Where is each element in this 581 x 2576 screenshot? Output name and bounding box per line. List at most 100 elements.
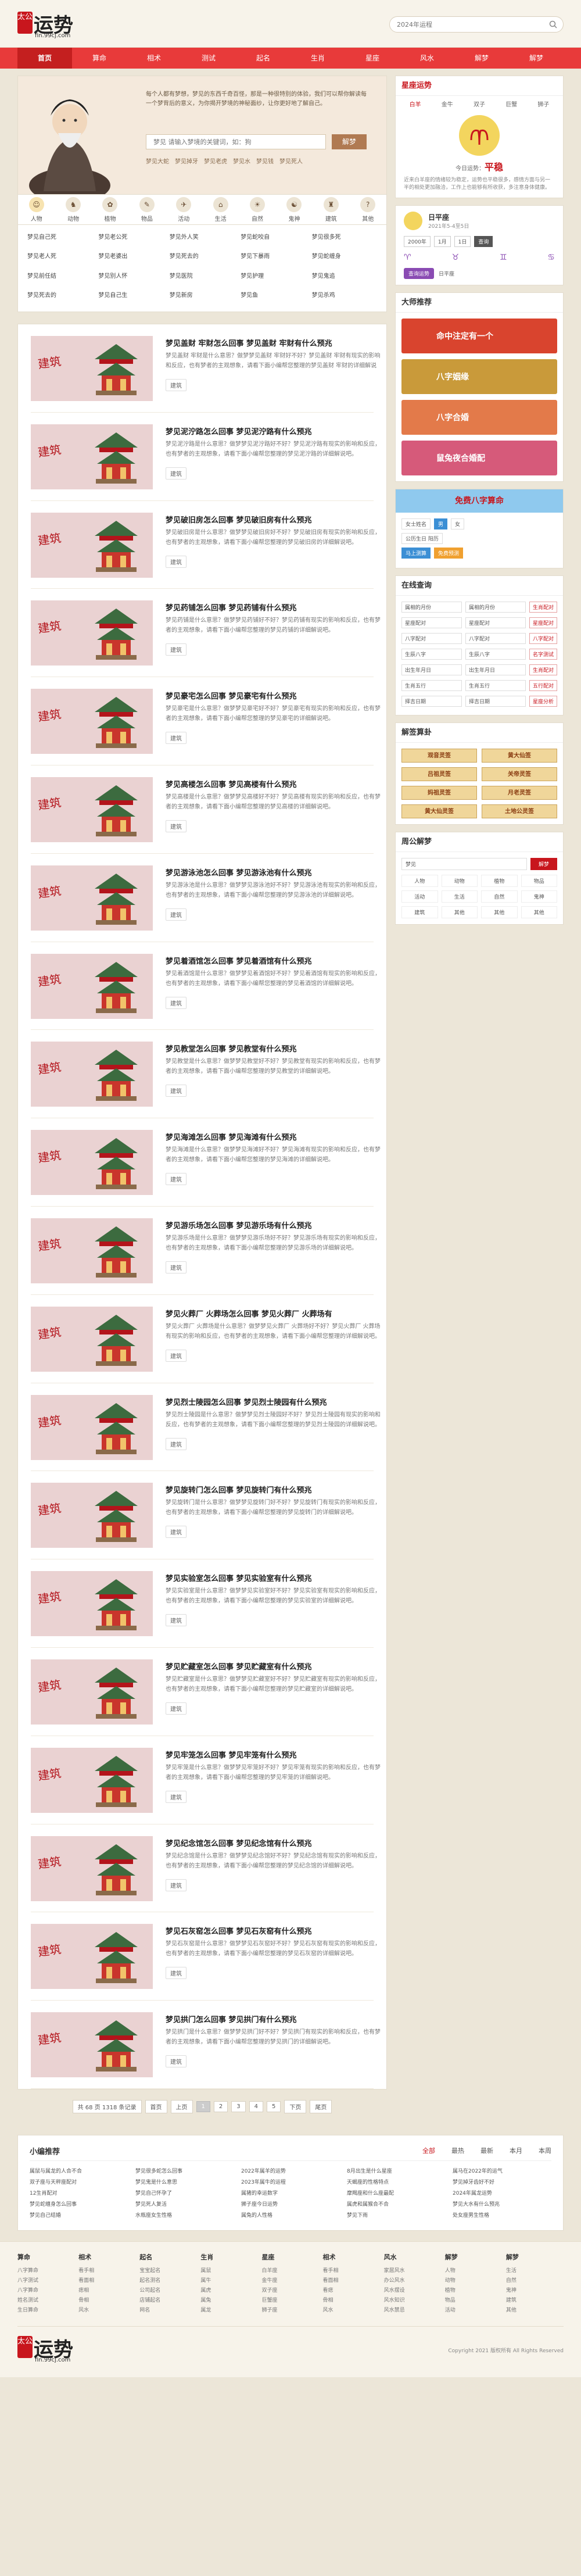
dream-tag[interactable]: 梦见老人死	[27, 251, 92, 266]
article-item[interactable]: 建筑 梦见教堂怎么回事 梦见教堂有什么预兆 梦见教堂是什么意思？做梦梦见教堂好不好？…	[31, 1030, 381, 1119]
cancer-sign-icon[interactable]: ♋	[547, 253, 555, 262]
footer-col-title[interactable]: 解梦	[506, 2252, 564, 2262]
nav-item[interactable]: 解梦	[454, 48, 509, 69]
qian-button[interactable]: 土地公灵签	[482, 804, 557, 818]
rec-item[interactable]: 12生肖配对	[30, 2189, 128, 2196]
online-select[interactable]: 属相的月份	[465, 602, 526, 613]
dream-tag[interactable]: 梦见蛇缠身	[312, 251, 377, 266]
rec-item[interactable]: 狮子座今日运势	[241, 2200, 340, 2208]
article-thumbnail[interactable]: 建筑	[31, 1659, 153, 1725]
header-search-input[interactable]	[390, 17, 535, 32]
zodiac-tab[interactable]: 巨蟹	[505, 99, 517, 108]
bazi-birthday-select[interactable]: 公历生日 阳历	[401, 533, 443, 544]
nav-item[interactable]: 起名	[236, 48, 290, 69]
footer-link[interactable]: 风水	[323, 2306, 381, 2316]
dream-category[interactable]: 生活	[441, 890, 478, 903]
dream-category[interactable]: 其他	[481, 906, 518, 918]
article-item[interactable]: 建筑 梦见海滩怎么回事 梦见海滩有什么预兆 梦见海滩是什么意思？做梦梦见海滩好不好？…	[31, 1118, 381, 1207]
online-select[interactable]: 出生年月日	[401, 664, 462, 675]
footer-link[interactable]: 白羊座	[261, 2266, 319, 2276]
hot-keyword[interactable]: 梦见死人	[279, 159, 303, 165]
zodiac-tab[interactable]: 金牛	[442, 99, 453, 108]
taurus-sign-icon[interactable]: ♉	[451, 253, 459, 262]
dream-tag[interactable]: 梦见鬼追	[312, 271, 377, 285]
article-title[interactable]: 梦见海滩怎么回事 梦见海滩有什么预兆	[166, 1131, 297, 1142]
rec-item[interactable]: 梦见自己结婚	[30, 2211, 128, 2219]
rec-item[interactable]: 双子座与天秤座配对	[30, 2178, 128, 2185]
dream-category[interactable]: 动物	[441, 875, 478, 887]
nav-item[interactable]: 首页	[17, 48, 72, 69]
article-thumbnail[interactable]: 建筑	[31, 865, 153, 931]
dream-category[interactable]: 鬼神	[521, 890, 557, 903]
year-select[interactable]: 2000年	[404, 236, 431, 247]
search-icon[interactable]	[549, 20, 557, 28]
footer-col-title[interactable]: 星座	[261, 2252, 319, 2262]
nav-item[interactable]: 测试	[181, 48, 236, 69]
footer-link[interactable]: 姓名测试	[17, 2296, 75, 2306]
nav-item[interactable]: 风水	[400, 48, 454, 69]
online-select[interactable]: 生辰八字	[401, 649, 462, 660]
footer-link[interactable]: 看面相	[78, 2276, 136, 2286]
article-title[interactable]: 梦见火葬厂 火葬场怎么回事 梦见火葬厂 火葬场有	[166, 1308, 332, 1319]
rec-item[interactable]: 梦见大水有什么预兆	[453, 2200, 551, 2208]
footer-col-title[interactable]: 风水	[384, 2252, 442, 2262]
footer-link[interactable]: 宝宝起名	[139, 2266, 197, 2276]
dream-tag[interactable]: 梦见杀鸡	[312, 290, 377, 305]
article-item[interactable]: 建筑 梦见纪念馆怎么回事 梦见纪念馆有什么预兆 梦见纪念馆是什么意思？做梦梦见纪念馆…	[31, 1824, 381, 1913]
article-item[interactable]: 建筑 梦见贮藏室怎么回事 梦见贮藏室有什么预兆 梦见贮藏室是什么意思？做梦梦见贮藏室…	[31, 1648, 381, 1736]
rec-item[interactable]: 2024年属龙运势	[453, 2189, 551, 2196]
category-item[interactable]: ☯ 鬼神	[280, 196, 308, 223]
online-select[interactable]: 出生年月日	[465, 664, 526, 675]
qian-button[interactable]: 月老灵签	[482, 786, 557, 800]
footer-link[interactable]: 风水	[78, 2306, 136, 2316]
article-title[interactable]: 梦见旋转门怎么回事 梦见旋转门有什么预兆	[166, 1484, 312, 1495]
dream-tag[interactable]: 梦见外人笑	[170, 232, 235, 246]
hot-keyword[interactable]: 梦见掉牙	[175, 159, 198, 165]
dream-tag[interactable]: 梦见鱼	[241, 290, 306, 305]
footer-link[interactable]: 鬼神	[506, 2286, 564, 2296]
dream-tag[interactable]: 梦见自己生	[98, 290, 163, 305]
gemini-sign-icon[interactable]: ♊	[500, 253, 507, 262]
footer-link[interactable]: 动物	[445, 2276, 503, 2286]
article-tag[interactable]: 建筑	[166, 1261, 187, 1273]
footer-link[interactable]: 其他	[506, 2306, 564, 2316]
master-banner[interactable]: 命中注定有一个	[401, 319, 557, 353]
article-tag[interactable]: 建筑	[166, 1173, 187, 1186]
article-title[interactable]: 梦见泥泞路怎么回事 梦见泥泞路有什么预兆	[166, 425, 312, 437]
hot-keyword[interactable]: 梦见老虎	[204, 159, 227, 165]
pager-page[interactable]: 2	[213, 2101, 228, 2113]
article-tag[interactable]: 建筑	[166, 643, 187, 656]
article-tag[interactable]: 建筑	[166, 1085, 187, 1097]
dream-category[interactable]: 活动	[401, 890, 438, 903]
online-select[interactable]: 生肖五行	[401, 680, 462, 691]
article-title[interactable]: 梦见盖财 牢财怎么回事 梦见盖财 牢财有什么预兆	[166, 337, 332, 348]
footer-col-title[interactable]: 解梦	[445, 2252, 503, 2262]
footer-col-title[interactable]: 相术	[78, 2252, 136, 2262]
category-item[interactable]: ⌂ 生活	[207, 196, 235, 223]
footer-link[interactable]: 属兔	[200, 2296, 258, 2306]
dream-tag[interactable]: 梦见自己死	[27, 232, 92, 246]
category-item[interactable]: ? 其他	[354, 196, 382, 223]
article-thumbnail[interactable]: 建筑	[31, 1042, 153, 1107]
article-thumbnail[interactable]: 建筑	[31, 512, 153, 578]
bazi-calc-button[interactable]: 马上测算	[401, 548, 431, 559]
article-title[interactable]: 梦见着酒馆怎么回事 梦见着酒馆有什么预兆	[166, 955, 312, 966]
article-thumbnail[interactable]: 建筑	[31, 2012, 153, 2078]
day-select[interactable]: 1日	[454, 236, 471, 247]
dream-tag[interactable]: 梦见护理	[241, 271, 306, 285]
online-button[interactable]: 五行配对	[529, 680, 557, 691]
footer-link[interactable]: 骨相	[323, 2296, 381, 2306]
footer-col-title[interactable]: 起名	[139, 2252, 197, 2262]
footer-link[interactable]: 看面相	[323, 2276, 381, 2286]
article-item[interactable]: 建筑 梦见破旧房怎么回事 梦见破旧房有什么预兆 梦见破旧房是什么意思？做梦梦见破旧房…	[31, 501, 381, 589]
master-banner[interactable]: 八字合婚	[401, 400, 557, 435]
category-item[interactable]: ☺ 人物	[23, 196, 51, 223]
footer-link[interactable]: 生日算命	[17, 2306, 75, 2316]
article-item[interactable]: 建筑 梦见牢笼怎么回事 梦见牢笼有什么预兆 梦见牢笼是什么意思？做梦梦见牢笼好不好？…	[31, 1736, 381, 1824]
online-button[interactable]: 生肖配对	[529, 664, 557, 675]
rec-item[interactable]: 摩羯座和什么座最配	[347, 2189, 446, 2196]
dream-tag[interactable]: 梦见前任结	[27, 271, 92, 285]
article-title[interactable]: 梦见游泳池怎么回事 梦见游泳池有什么预兆	[166, 867, 312, 878]
zodiac-tab[interactable]: 双子	[474, 99, 485, 108]
footer-link[interactable]: 八字测试	[17, 2276, 75, 2286]
